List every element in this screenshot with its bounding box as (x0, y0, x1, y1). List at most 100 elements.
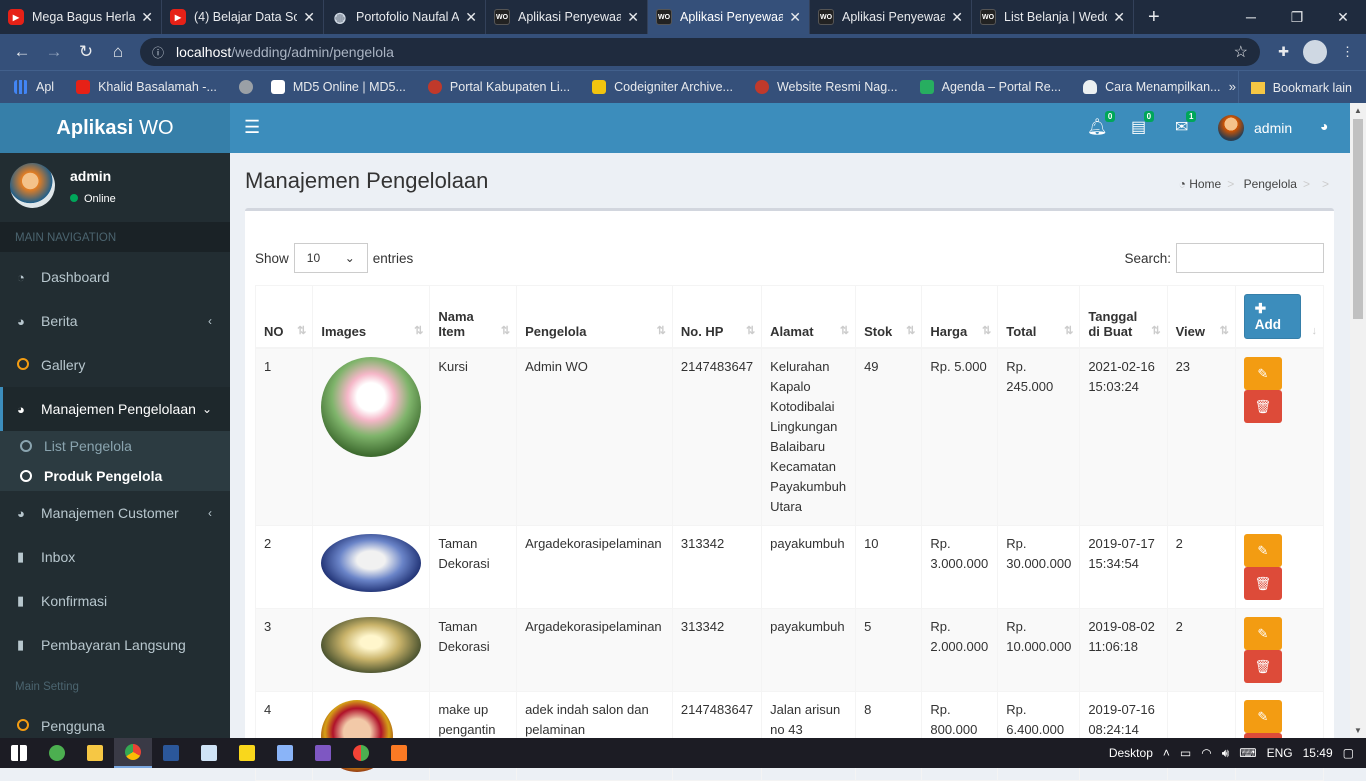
bookmark-item[interactable] (238, 80, 261, 94)
volume-icon[interactable]: 🔊︎ (1222, 746, 1230, 761)
bookmark-star-icon[interactable]: ☆ (1234, 42, 1248, 62)
column-header[interactable]: Pengelola ⇅ (516, 285, 673, 349)
chrome-icon[interactable] (114, 738, 152, 768)
sidebar-item-berita[interactable]: ◕ Berita ‹ (0, 299, 230, 343)
app-logo[interactable]: Aplikasi WO (0, 103, 230, 153)
back-arrow-icon[interactable]: ← (6, 42, 38, 62)
sidebar-subitem-list-pengelola[interactable]: List Pengelola (0, 431, 230, 461)
close-icon[interactable]: ✕ (465, 9, 477, 26)
sidebar-item-konfirmasi[interactable]: ▮ Konfirmasi (0, 579, 230, 623)
browser-tab[interactable]: ▶ (4) Belajar Data Sci ✕ (162, 0, 324, 34)
language-indicator[interactable]: ENG (1267, 746, 1293, 760)
app-icon[interactable] (266, 738, 304, 768)
desktop-toolbar[interactable]: Desktop (1109, 746, 1153, 760)
breadcrumb-pengelola[interactable]: Pengelola (1244, 177, 1297, 191)
other-bookmarks-button[interactable]: Bookmark lain (1237, 71, 1352, 104)
minimize-icon[interactable]: ─ (1228, 9, 1274, 25)
windows-start-icon[interactable] (0, 738, 38, 768)
bookmark-item[interactable]: Portal Kabupaten Li... (427, 80, 570, 94)
bookmark-apps[interactable]: Apl (14, 80, 54, 94)
browser-tab[interactable]: WO Aplikasi Penyewaa ✕ (486, 0, 648, 34)
close-icon[interactable]: ✕ (627, 9, 639, 26)
column-header[interactable]: View ⇅ (1166, 285, 1236, 349)
close-icon[interactable]: ✕ (951, 9, 963, 26)
delete-button[interactable]: 🗑︎ (1243, 650, 1282, 683)
new-tab-button[interactable]: + (1148, 6, 1160, 29)
delete-button[interactable]: 🗑︎ (1243, 390, 1282, 423)
column-header[interactable]: Tanggal di Buat ⇅ (1079, 285, 1168, 349)
column-header[interactable]: Stok ⇅ (855, 285, 923, 349)
sidebar-item-pengguna[interactable]: Pengguna (0, 704, 230, 738)
page-scrollbar[interactable]: ▲ ▼ (1350, 103, 1366, 738)
profile-avatar[interactable] (1303, 40, 1327, 64)
column-header[interactable]: Images ⇅ (312, 285, 431, 349)
sidebar-item-inbox[interactable]: ▮ Inbox (0, 535, 230, 579)
column-header[interactable]: Harga ⇅ (921, 285, 999, 349)
bookmark-item[interactable]: Codeigniter Archive... (592, 80, 733, 94)
column-header[interactable]: No. HP ⇅ (671, 285, 763, 349)
close-icon[interactable]: ✕ (789, 9, 801, 26)
notepad-icon[interactable] (190, 738, 228, 768)
home-icon[interactable]: ⌂ (102, 42, 134, 62)
restore-icon[interactable]: ❐ (1274, 9, 1320, 26)
xampp-icon[interactable] (380, 738, 418, 768)
scrollbar-thumb[interactable] (1353, 119, 1363, 319)
browser-tab[interactable]: WO List Belanja | Wedd ✕ (972, 0, 1134, 34)
breadcrumb-home[interactable]: Home (1189, 177, 1221, 191)
notifications-icon[interactable]: ▢ (1343, 746, 1354, 760)
sidebar-item-pembayaran-langsung[interactable]: ▮ Pembayaran Langsung (0, 623, 230, 667)
forward-arrow-icon[interactable]: → (38, 42, 70, 62)
bookmark-item[interactable]: Khalid Basalamah -... (76, 80, 217, 94)
column-header[interactable]: Nama Item ⇅ (429, 285, 518, 349)
word-icon[interactable] (152, 738, 190, 768)
info-icon[interactable]: ⓘ (152, 44, 164, 61)
bookmark-item[interactable]: Agenda – Portal Re... (919, 80, 1061, 94)
menu-dots-icon[interactable]: ⋮ (1341, 44, 1354, 60)
scroll-down-icon[interactable]: ▼ (1354, 726, 1362, 735)
url-input[interactable]: ⓘ localhost/wedding/admin/pengelola ☆ (140, 38, 1260, 66)
add-button[interactable]: ✚ Add (1243, 294, 1301, 339)
tasks-icon[interactable]: ▤ 0 (1131, 111, 1155, 137)
close-icon[interactable]: ✕ (141, 9, 153, 26)
browser-tab[interactable]: ◍ Portofolio Naufal A ✕ (324, 0, 486, 34)
bookmark-item[interactable]: MD5 Online | MD5... (270, 80, 406, 94)
more-bookmarks-button[interactable]: » (1229, 79, 1236, 94)
edit-button[interactable]: ✎ (1243, 534, 1282, 567)
sidebar-item-manajemen-customer[interactable]: ◕ Manajemen Customer ‹ (0, 491, 230, 535)
sidebar-subitem-produk-pengelola[interactable]: Produk Pengelola (0, 461, 230, 491)
delete-button[interactable]: 🗑︎ (1243, 567, 1282, 600)
bookmark-item[interactable]: Cara Menampilkan... (1083, 80, 1220, 94)
browser-tab[interactable]: ▶ Mega Bagus Herla ✕ (0, 0, 162, 34)
user-menu[interactable]: admin (1218, 115, 1292, 141)
sidebar-toggle-icon[interactable]: ☰ (244, 117, 260, 138)
sublime-icon[interactable] (342, 738, 380, 768)
close-icon[interactable]: ✕ (303, 9, 315, 26)
bell-icon[interactable]: 🔔︎ 0 (1087, 111, 1116, 137)
battery-icon[interactable]: ▭ (1180, 746, 1191, 760)
search-input[interactable] (1176, 243, 1324, 273)
close-window-icon[interactable]: ✕ (1320, 9, 1366, 26)
entries-select[interactable]: 10 ⌄ (293, 243, 368, 273)
column-header[interactable]: NO ⇅ (254, 285, 314, 349)
edit-button[interactable]: ✎ (1243, 617, 1282, 650)
keyboard-icon[interactable]: ⌨ (1239, 746, 1256, 760)
sidebar-item-gallery[interactable]: Gallery (0, 343, 230, 387)
file-explorer-icon[interactable] (76, 738, 114, 768)
wifi-icon[interactable]: ◠ (1201, 746, 1211, 760)
scroll-up-icon[interactable]: ▲ (1354, 106, 1362, 115)
sidebar-item-dashboard[interactable]: ◔ Dashboard (0, 255, 230, 299)
chevron-up-icon[interactable]: ˄ (1163, 746, 1170, 760)
sticky-notes-icon[interactable] (228, 738, 266, 768)
whatsapp-icon[interactable] (38, 738, 76, 768)
edit-button[interactable]: ✎ (1243, 700, 1282, 733)
sidebar-item-manajemen-pengelolaan[interactable]: ◕ Manajemen Pengelolaan ⌄ (0, 387, 230, 431)
bookmark-item[interactable]: Website Resmi Nag... (754, 80, 898, 94)
close-icon[interactable]: ✕ (1113, 9, 1125, 26)
browser-tab-active[interactable]: WO Aplikasi Penyewaa ✕ (648, 0, 810, 34)
puzzle-icon[interactable]: ✚ (1278, 44, 1289, 60)
column-header[interactable]: Alamat ⇅ (761, 285, 857, 349)
edit-button[interactable]: ✎ (1243, 357, 1282, 390)
reload-icon[interactable]: ↻ (70, 42, 102, 62)
clock[interactable]: 15:49 (1303, 746, 1333, 760)
browser-tab[interactable]: WO Aplikasi Penyewaa ✕ (810, 0, 972, 34)
